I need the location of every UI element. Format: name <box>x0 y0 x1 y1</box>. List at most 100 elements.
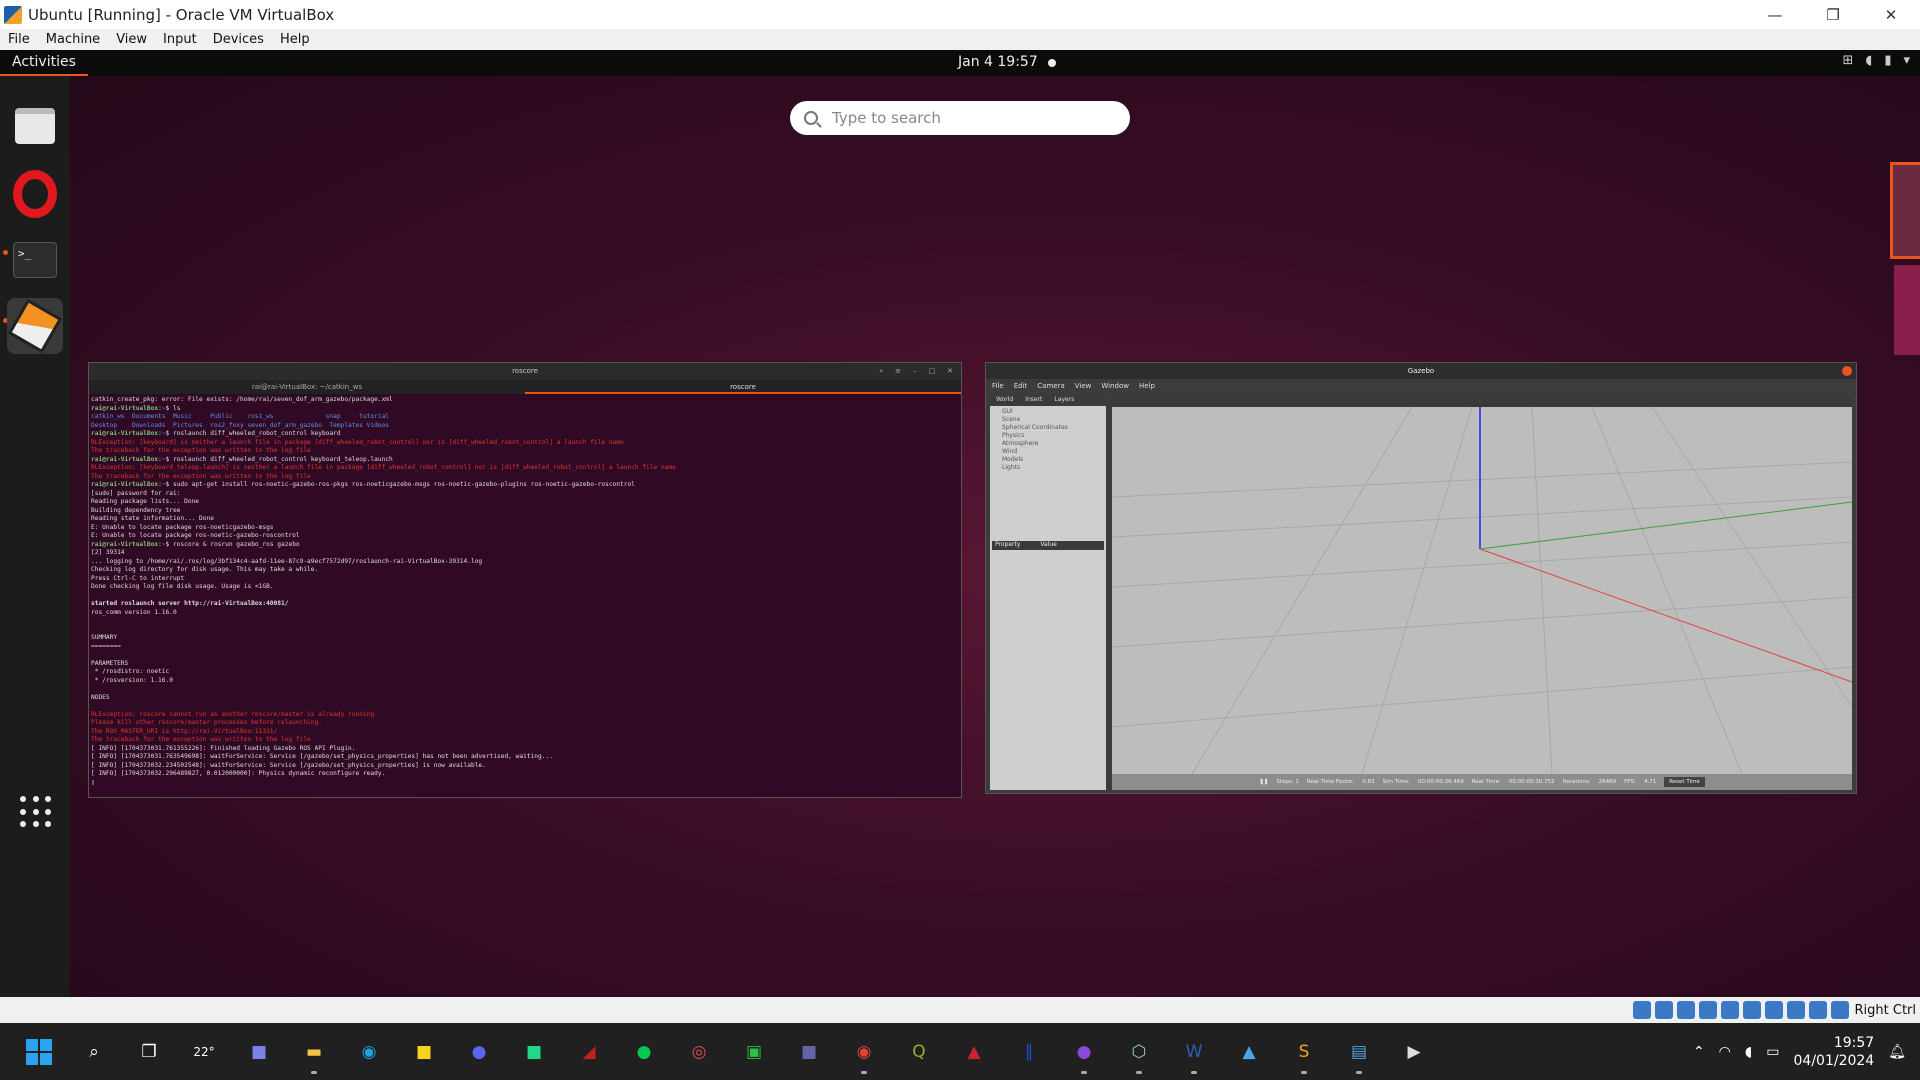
minimize-button[interactable]: – <box>913 363 917 380</box>
tree-item[interactable]: Models <box>1002 456 1094 464</box>
app-icon[interactable]: ◎ <box>678 1031 720 1073</box>
files-icon[interactable] <box>7 98 63 154</box>
menu-help[interactable]: Help <box>272 32 318 47</box>
keyboard-icon[interactable] <box>1830 1001 1849 1019</box>
gz-menu-edit[interactable]: Edit <box>1014 382 1028 390</box>
teams-icon[interactable]: ■ <box>788 1031 830 1073</box>
close-button[interactable]: ✕ <box>1862 0 1920 29</box>
app-icon[interactable]: ∥ <box>1008 1031 1050 1073</box>
search-icon[interactable]: ⌕ <box>73 1031 115 1073</box>
gazebo-window[interactable]: Gazebo File Edit Camera View Window Help… <box>985 362 1857 794</box>
battery-icon[interactable]: ▭ <box>1766 1044 1779 1060</box>
menu-view[interactable]: View <box>108 32 155 47</box>
gz-menu-view[interactable]: View <box>1075 382 1092 390</box>
workspace-thumbnail[interactable] <box>1890 162 1920 259</box>
tab-roscore[interactable]: roscore <box>525 380 961 394</box>
vbox-menubar: File Machine View Input Devices Help <box>0 29 1920 50</box>
status-label: Sim Time: <box>1382 779 1411 785</box>
maximize-button[interactable]: □ <box>929 363 936 380</box>
discord-icon[interactable]: ● <box>458 1031 500 1073</box>
speaker-icon[interactable]: ◖ <box>1745 1044 1752 1060</box>
chevron-up-icon[interactable]: ⌃ <box>1693 1044 1705 1060</box>
gz-menu-window[interactable]: Window <box>1101 382 1129 390</box>
chrome-icon[interactable]: ◉ <box>843 1031 885 1074</box>
edge-icon[interactable]: ◉ <box>348 1031 390 1073</box>
cpu-icon[interactable] <box>1786 1001 1805 1019</box>
tree-item[interactable]: Lights <box>1002 464 1094 472</box>
chip-icon[interactable]: ▣ <box>733 1031 775 1073</box>
start-icon[interactable] <box>18 1031 60 1073</box>
shared-folder-icon[interactable] <box>1720 1001 1739 1019</box>
hdd-icon[interactable] <box>1632 1001 1651 1019</box>
gz-menu-file[interactable]: File <box>992 382 1004 390</box>
reset-time-button[interactable]: Reset Time <box>1664 777 1705 787</box>
tree-item[interactable]: Atmosphere <box>1002 440 1094 448</box>
usb-icon[interactable] <box>1698 1001 1717 1019</box>
menu-machine[interactable]: Machine <box>38 32 108 47</box>
media-player-icon[interactable]: ▶ <box>1393 1031 1435 1073</box>
recording-icon[interactable] <box>1764 1001 1783 1019</box>
tree-item[interactable]: Wind <box>1002 448 1094 456</box>
tab-catkin[interactable]: rai@rai-VirtualBox: ~/catkin_ws <box>89 380 525 394</box>
system-tray[interactable]: ⊞ ◖ ▮ ▾ <box>1843 53 1910 68</box>
pause-icon[interactable]: ❚❚ <box>1259 779 1268 785</box>
terminal-icon[interactable]: >_ <box>7 232 63 288</box>
qgis-icon[interactable]: Q <box>898 1031 940 1073</box>
pycharm-icon[interactable]: ■ <box>513 1031 555 1073</box>
show-apps-icon[interactable] <box>20 796 52 828</box>
sticky-notes-icon[interactable]: ■ <box>403 1031 445 1073</box>
terminal-window[interactable]: roscore ⌕ ≡ – □ ✕ rai@rai-VirtualBox: ~/catk… <box>88 362 962 798</box>
datetime[interactable]: 19:57 04/01/2024 <box>1794 1034 1875 1070</box>
network-icon[interactable] <box>1676 1001 1695 1019</box>
github-icon[interactable]: ● <box>1063 1031 1105 1074</box>
search-icon[interactable]: ⌕ <box>879 363 883 380</box>
property-header: Property <box>995 541 1021 548</box>
gz-menu-help[interactable]: Help <box>1139 382 1155 390</box>
gazebo-icon[interactable] <box>7 298 63 354</box>
restore-button[interactable]: ❐ <box>1804 0 1862 29</box>
workspace-thumbnail[interactable] <box>1894 265 1920 355</box>
tab-insert[interactable]: Insert <box>1019 395 1048 406</box>
tab-world[interactable]: World <box>990 395 1019 406</box>
wifi-icon[interactable]: ◠ <box>1719 1044 1731 1060</box>
guest-screen: Activities Jan 4 19:57 ⊞ ◖ ▮ ▾ >_ Type t… <box>0 50 1920 997</box>
photos-icon[interactable]: ▲ <box>1228 1031 1270 1073</box>
tree-item[interactable]: Physics <box>1002 432 1094 440</box>
virtualbox-icon[interactable]: ⬡ <box>1118 1031 1160 1074</box>
notification-bell-icon[interactable]: 🔔︎ <box>1888 1044 1906 1060</box>
minimize-button[interactable]: — <box>1746 0 1804 29</box>
mouse-icon[interactable] <box>1808 1001 1827 1019</box>
gazebo-toolbar[interactable] <box>1112 395 1852 407</box>
app-icon[interactable]: ◢ <box>568 1031 610 1073</box>
search-input[interactable]: Type to search <box>790 101 1130 135</box>
status-value: 00:00:00:26.469 <box>1418 779 1464 785</box>
close-icon[interactable] <box>1842 366 1852 376</box>
opera-icon[interactable] <box>7 166 63 222</box>
word-icon[interactable]: W <box>1173 1031 1215 1074</box>
mendeley-icon[interactable]: ▲ <box>953 1031 995 1073</box>
meet-icon[interactable]: ■ <box>238 1031 280 1073</box>
optical-icon[interactable] <box>1654 1001 1673 1019</box>
weather-temp: 22° <box>193 1044 215 1059</box>
menu-input[interactable]: Input <box>155 32 205 47</box>
weather-icon[interactable]: 22° <box>183 1031 225 1073</box>
menu-icon[interactable]: ≡ <box>895 363 901 380</box>
notification-dot-icon <box>1048 59 1056 67</box>
line-icon[interactable]: ● <box>623 1031 665 1073</box>
tab-layers[interactable]: Layers <box>1048 395 1080 406</box>
gz-menu-camera[interactable]: Camera <box>1037 382 1064 390</box>
clock[interactable]: Jan 4 19:57 <box>958 54 1038 70</box>
task-view-icon[interactable]: ❐ <box>128 1031 170 1073</box>
display-icon[interactable] <box>1742 1001 1761 1019</box>
close-icon[interactable]: ✕ <box>947 363 953 380</box>
tree-item[interactable]: Spherical Coordinates <box>1002 424 1094 432</box>
menu-file[interactable]: File <box>0 32 38 47</box>
sublime-icon[interactable]: S <box>1283 1031 1325 1074</box>
tree-item[interactable]: Scene <box>1002 416 1094 424</box>
activities-button[interactable]: Activities <box>0 50 88 76</box>
menu-devices[interactable]: Devices <box>205 32 272 47</box>
tree-item[interactable]: GUI <box>1002 408 1094 416</box>
notepad-icon[interactable]: ▤ <box>1338 1031 1380 1074</box>
file-explorer-icon[interactable]: ▬ <box>293 1031 335 1074</box>
3d-viewport[interactable]: ❚❚ Steps: 1 Real Time Factor: 0.83 Sim T… <box>1112 395 1852 790</box>
